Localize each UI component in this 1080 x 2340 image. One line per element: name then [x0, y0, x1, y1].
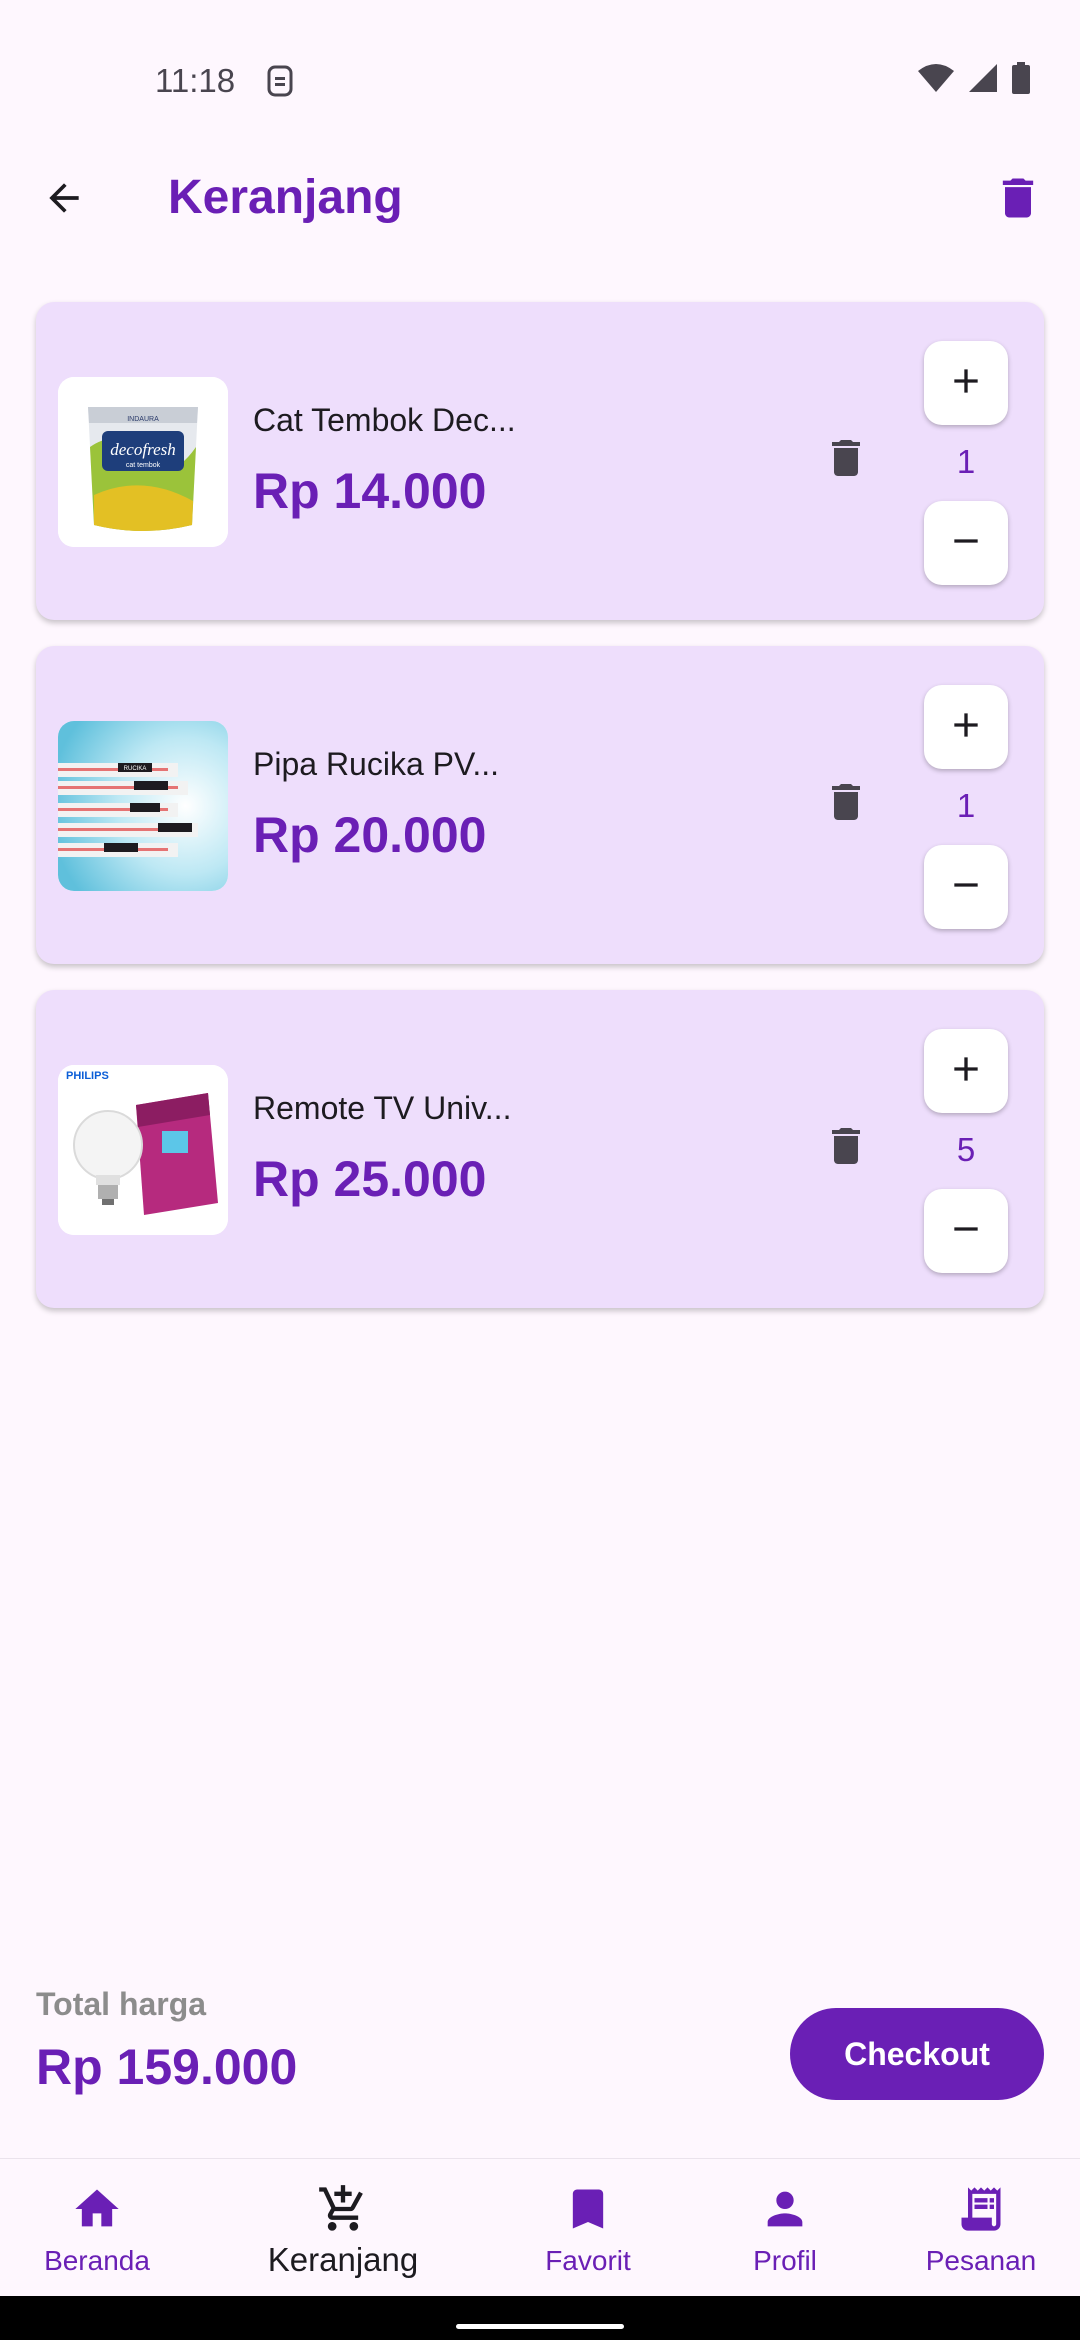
item-name: Pipa Rucika PV... — [253, 746, 500, 782]
total-label: Total harga — [36, 1986, 207, 2022]
paint-brand-top: INDAURA — [127, 416, 159, 423]
minus-icon — [946, 521, 986, 566]
item-delete-button[interactable] — [818, 1120, 874, 1176]
product-image: PHILIPS — [58, 1065, 228, 1235]
cart-add-icon — [317, 2183, 369, 2235]
clear-cart-button[interactable] — [986, 168, 1050, 232]
checkout-button[interactable]: Checkout — [790, 2008, 1044, 2100]
cart-item: PHILIPS Remote TV Univ... Rp 25.000 5 — [36, 990, 1044, 1308]
nav-item-keranjang[interactable]: Keranjang — [243, 2159, 443, 2297]
bottom-navigation: Beranda Keranjang Favorit Profil Pesanan — [0, 2158, 1080, 2296]
plus-icon — [946, 361, 986, 406]
decrease-quantity-button[interactable] — [924, 501, 1008, 585]
sim-icon — [266, 64, 294, 98]
total-section: Total harga Rp 159.000 Checkout — [36, 1986, 1044, 2112]
trash-icon — [822, 1122, 870, 1175]
nav-item-beranda[interactable]: Beranda — [0, 2159, 197, 2297]
item-delete-button[interactable] — [818, 776, 874, 832]
minus-icon — [946, 1209, 986, 1254]
signal-icon — [968, 63, 998, 98]
nav-label: Profil — [753, 2245, 817, 2276]
item-price: Rp 20.000 — [253, 807, 487, 863]
home-icon — [71, 2183, 123, 2235]
nav-label: Pesanan — [925, 2245, 1037, 2276]
product-image: INDAURA decofresh cat tembok — [58, 377, 228, 547]
cart-item: RUCIKA Pipa Rucika PV... Rp 20.000 1 — [36, 646, 1044, 964]
cart-list: INDAURA decofresh cat tembok Cat Tembok … — [36, 302, 1044, 1334]
item-name: Remote TV Univ... — [253, 1090, 512, 1126]
bookmark-icon — [562, 2183, 614, 2235]
bulb-brand: PHILIPS — [66, 1070, 109, 1082]
nav-item-pesanan[interactable]: Pesanan — [881, 2159, 1080, 2297]
page-title: Keranjang — [168, 171, 403, 224]
quantity-value: 1 — [956, 787, 976, 824]
plus-icon — [946, 705, 986, 750]
app-bar: Keranjang — [0, 150, 1080, 250]
quantity-value: 5 — [956, 1131, 976, 1168]
minus-icon — [946, 865, 986, 910]
paint-bucket-image: INDAURA decofresh cat tembok — [58, 377, 228, 547]
pvc-pipes-image: RUCIKA — [58, 721, 228, 891]
trash-icon — [992, 172, 1044, 229]
gesture-handle[interactable] — [456, 2324, 624, 2329]
increase-quantity-button[interactable] — [924, 1029, 1008, 1113]
pipe-brand: RUCIKA — [124, 766, 147, 772]
back-button[interactable] — [36, 172, 92, 228]
product-image: RUCIKA — [58, 721, 228, 891]
nav-item-profil[interactable]: Profil — [685, 2159, 885, 2297]
plus-icon — [946, 1049, 986, 1094]
total-value: Rp 159.000 — [36, 2039, 298, 2095]
nav-label: Beranda — [44, 2245, 150, 2276]
philips-bulb-image: PHILIPS — [58, 1065, 228, 1235]
arrow-back-icon — [42, 176, 86, 225]
nav-label: Keranjang — [267, 2241, 419, 2278]
battery-icon — [1012, 62, 1030, 99]
status-time: 11:18 — [155, 62, 236, 99]
item-name: Cat Tembok Dec... — [253, 402, 516, 438]
cart-item: INDAURA decofresh cat tembok Cat Tembok … — [36, 302, 1044, 620]
trash-icon — [822, 778, 870, 831]
quantity-value: 1 — [956, 443, 976, 480]
increase-quantity-button[interactable] — [924, 341, 1008, 425]
person-icon — [759, 2183, 811, 2235]
item-delete-button[interactable] — [818, 432, 874, 488]
receipt-icon — [955, 2183, 1007, 2235]
nav-item-favorit[interactable]: Favorit — [488, 2159, 688, 2297]
decrease-quantity-button[interactable] — [924, 845, 1008, 929]
paint-brand: decofresh — [110, 440, 175, 459]
decrease-quantity-button[interactable] — [924, 1189, 1008, 1273]
nav-label: Favorit — [545, 2245, 631, 2276]
trash-icon — [822, 434, 870, 487]
item-price: Rp 25.000 — [253, 1151, 487, 1207]
paint-sub: cat tembok — [126, 462, 161, 469]
item-price: Rp 14.000 — [253, 463, 487, 519]
system-navigation-bar — [0, 2296, 1080, 2340]
increase-quantity-button[interactable] — [924, 685, 1008, 769]
status-bar: 11:18 — [0, 0, 1080, 150]
wifi-icon — [918, 63, 954, 98]
